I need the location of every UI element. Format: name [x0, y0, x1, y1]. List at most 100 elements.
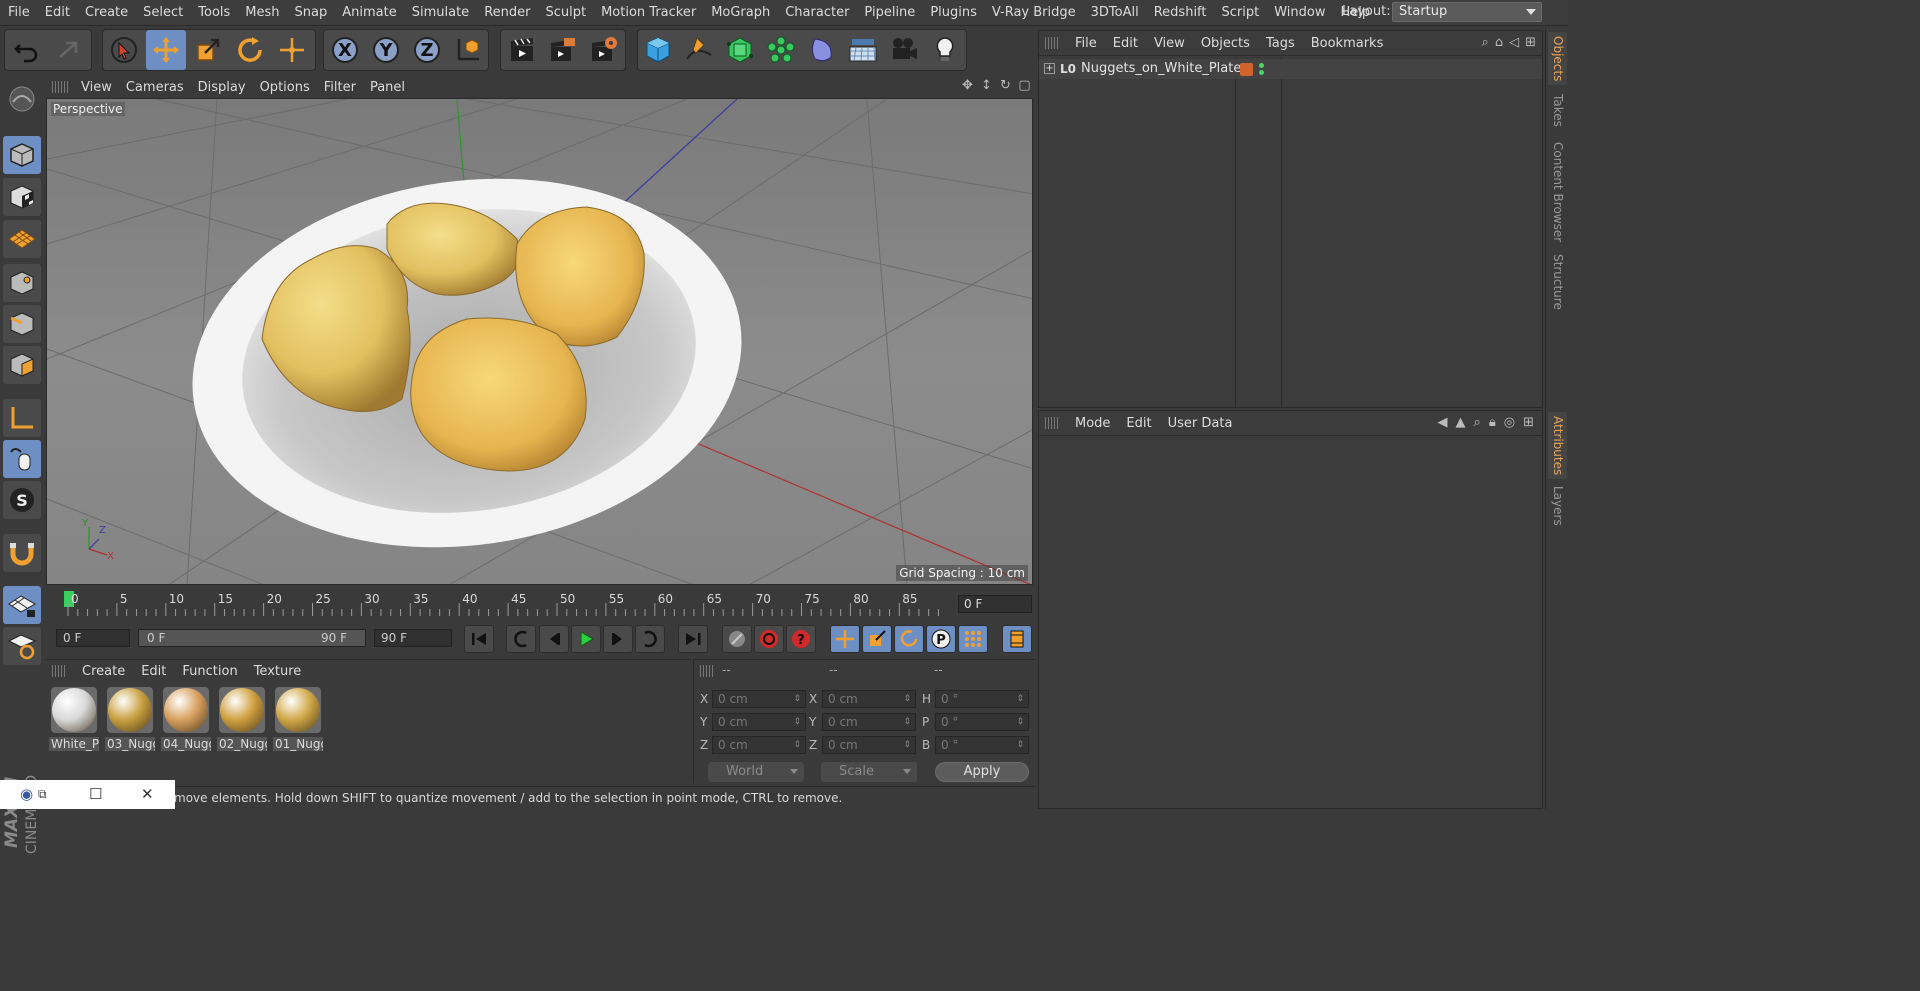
- layer-color-tag[interactable]: [1240, 63, 1253, 76]
- stepper-arrows-icon[interactable]: ⇕: [903, 737, 911, 753]
- material-menu-edit[interactable]: Edit: [133, 664, 174, 679]
- planar-workplane-icon[interactable]: [3, 627, 41, 665]
- orbit-icon[interactable]: ↻: [998, 78, 1013, 93]
- lock-x-button[interactable]: X: [325, 30, 365, 70]
- coordinate-system-icon[interactable]: [448, 30, 488, 70]
- key-parameter-button[interactable]: P: [926, 625, 956, 653]
- next-key-button[interactable]: [635, 625, 665, 653]
- object-menu-bookmarks[interactable]: Bookmarks: [1303, 36, 1392, 51]
- redo-icon[interactable]: [49, 30, 89, 70]
- sculpt-brush-icon[interactable]: [3, 80, 41, 118]
- maximize-icon[interactable]: ☐: [89, 785, 102, 803]
- editor-visibility-dot[interactable]: [1259, 63, 1264, 68]
- material-swatch[interactable]: White_P: [49, 687, 99, 753]
- menu-animate[interactable]: Animate: [334, 0, 403, 26]
- render-view-icon[interactable]: [502, 30, 542, 70]
- object-menu-tags[interactable]: Tags: [1258, 36, 1303, 51]
- grip-icon[interactable]: [1045, 417, 1059, 429]
- restore-icon[interactable]: ⧉: [38, 787, 47, 802]
- material-menu-texture[interactable]: Texture: [246, 664, 310, 679]
- tab-takes[interactable]: Takes: [1548, 90, 1567, 131]
- stepper-arrows-icon[interactable]: ⇕: [793, 737, 801, 753]
- menu-mesh[interactable]: Mesh: [237, 0, 286, 26]
- menu-redshift[interactable]: Redshift: [1146, 0, 1214, 26]
- coordinate-field[interactable]: 0 cm ⇕: [822, 713, 916, 731]
- menu-create[interactable]: Create: [77, 0, 135, 26]
- search-icon[interactable]: ⌕: [1474, 415, 1481, 430]
- previous-key-button[interactable]: [506, 625, 536, 653]
- menu-character[interactable]: Character: [777, 0, 856, 26]
- material-swatch[interactable]: 04_Nugg: [161, 687, 211, 753]
- viewport-menu-cameras[interactable]: Cameras: [119, 80, 191, 95]
- object-name[interactable]: Nuggets_on_White_Plate: [1081, 61, 1241, 76]
- key-position-button[interactable]: [830, 625, 860, 653]
- menu-motion-tracker[interactable]: Motion Tracker: [593, 0, 703, 26]
- tweak-mode-icon[interactable]: [3, 440, 41, 478]
- size-mode-dropdown[interactable]: Scale: [821, 762, 917, 782]
- tab-objects[interactable]: Objects: [1548, 32, 1567, 86]
- stepper-arrows-icon[interactable]: ⇕: [793, 691, 801, 707]
- floor-icon[interactable]: [843, 30, 883, 70]
- stepper-arrows-icon[interactable]: ⇕: [903, 714, 911, 730]
- workplane-mode-icon[interactable]: [3, 220, 41, 258]
- key-scale-button[interactable]: [862, 625, 892, 653]
- camera-icon[interactable]: [884, 30, 924, 70]
- key-rotation-button[interactable]: [894, 625, 924, 653]
- pan-icon[interactable]: ✥: [960, 78, 975, 93]
- grip-icon[interactable]: [1045, 37, 1059, 49]
- render-visibility-dot[interactable]: [1259, 70, 1264, 75]
- solo-mode-icon[interactable]: S: [3, 481, 41, 519]
- back-arrow-icon[interactable]: ◀: [1438, 415, 1448, 430]
- record-active-objects-button[interactable]: [722, 625, 752, 653]
- coordinate-field[interactable]: 0 ° ⇕: [935, 713, 1029, 731]
- stepper-arrows-icon[interactable]: ⇕: [793, 714, 801, 730]
- edges-mode-icon[interactable]: [3, 305, 41, 343]
- timeline[interactable]: 051015202530354045505560657075808590 0 F: [46, 589, 1036, 619]
- material-swatch[interactable]: 03_Nugg: [105, 687, 155, 753]
- start-frame-field[interactable]: 0 F: [56, 629, 130, 647]
- object-menu-file[interactable]: File: [1067, 36, 1105, 51]
- stepper-arrows-icon[interactable]: ⇕: [1016, 714, 1024, 730]
- maximize-view-icon[interactable]: ▢: [1017, 78, 1032, 93]
- key-point-level-button[interactable]: [958, 625, 988, 653]
- pen-spline-icon[interactable]: [679, 30, 719, 70]
- coordinate-field[interactable]: 0 cm ⇕: [712, 690, 806, 708]
- next-frame-button[interactable]: [603, 625, 633, 653]
- new-panel-icon[interactable]: ⊞: [1523, 415, 1534, 430]
- layout-select[interactable]: Startup: [1392, 2, 1542, 22]
- apply-button[interactable]: Apply: [935, 762, 1029, 782]
- menu-render[interactable]: Render: [476, 0, 537, 26]
- search-icon[interactable]: ⌕: [1482, 35, 1489, 50]
- menu-sculpt[interactable]: Sculpt: [537, 0, 593, 26]
- viewport-menu-filter[interactable]: Filter: [317, 80, 363, 95]
- home-icon[interactable]: ⌂: [1495, 35, 1503, 50]
- cloner-icon[interactable]: [761, 30, 801, 70]
- coordinate-system-dropdown[interactable]: World: [708, 762, 804, 782]
- up-arrow-icon[interactable]: ▲: [1456, 415, 1466, 430]
- material-swatch[interactable]: 02_Nugg: [217, 687, 267, 753]
- scale-icon[interactable]: [188, 30, 228, 70]
- menu-simulate[interactable]: Simulate: [404, 0, 476, 26]
- attribute-menu-edit[interactable]: Edit: [1118, 416, 1159, 431]
- stepper-arrows-icon[interactable]: ⇕: [1016, 737, 1024, 753]
- go-to-start-button[interactable]: [464, 625, 494, 653]
- object-menu-objects[interactable]: Objects: [1193, 36, 1258, 51]
- end-frame-field[interactable]: 90 F: [374, 629, 452, 647]
- object-menu-view[interactable]: View: [1146, 36, 1193, 51]
- polygons-mode-icon[interactable]: [3, 346, 41, 384]
- grip-icon[interactable]: [52, 665, 66, 677]
- timeline-ruler[interactable]: 051015202530354045505560657075808590: [60, 589, 942, 617]
- cinema4d-app-icon[interactable]: ◉: [20, 785, 33, 803]
- tab-attributes[interactable]: Attributes: [1548, 412, 1567, 480]
- current-frame-field[interactable]: 0 F: [958, 595, 1032, 613]
- live-select-icon[interactable]: [272, 30, 312, 70]
- points-mode-icon[interactable]: [3, 264, 41, 302]
- tab-structure[interactable]: Structure: [1548, 250, 1567, 314]
- coordinate-field[interactable]: 0 cm ⇕: [712, 713, 806, 731]
- attribute-menu-mode[interactable]: Mode: [1067, 416, 1118, 431]
- snap-magnet-icon[interactable]: [3, 534, 41, 572]
- tab-layers[interactable]: Layers: [1548, 482, 1567, 530]
- back-icon[interactable]: ◁: [1509, 35, 1519, 50]
- select-cursor-icon[interactable]: [104, 30, 144, 70]
- stepper-arrows-icon[interactable]: ⇕: [903, 691, 911, 707]
